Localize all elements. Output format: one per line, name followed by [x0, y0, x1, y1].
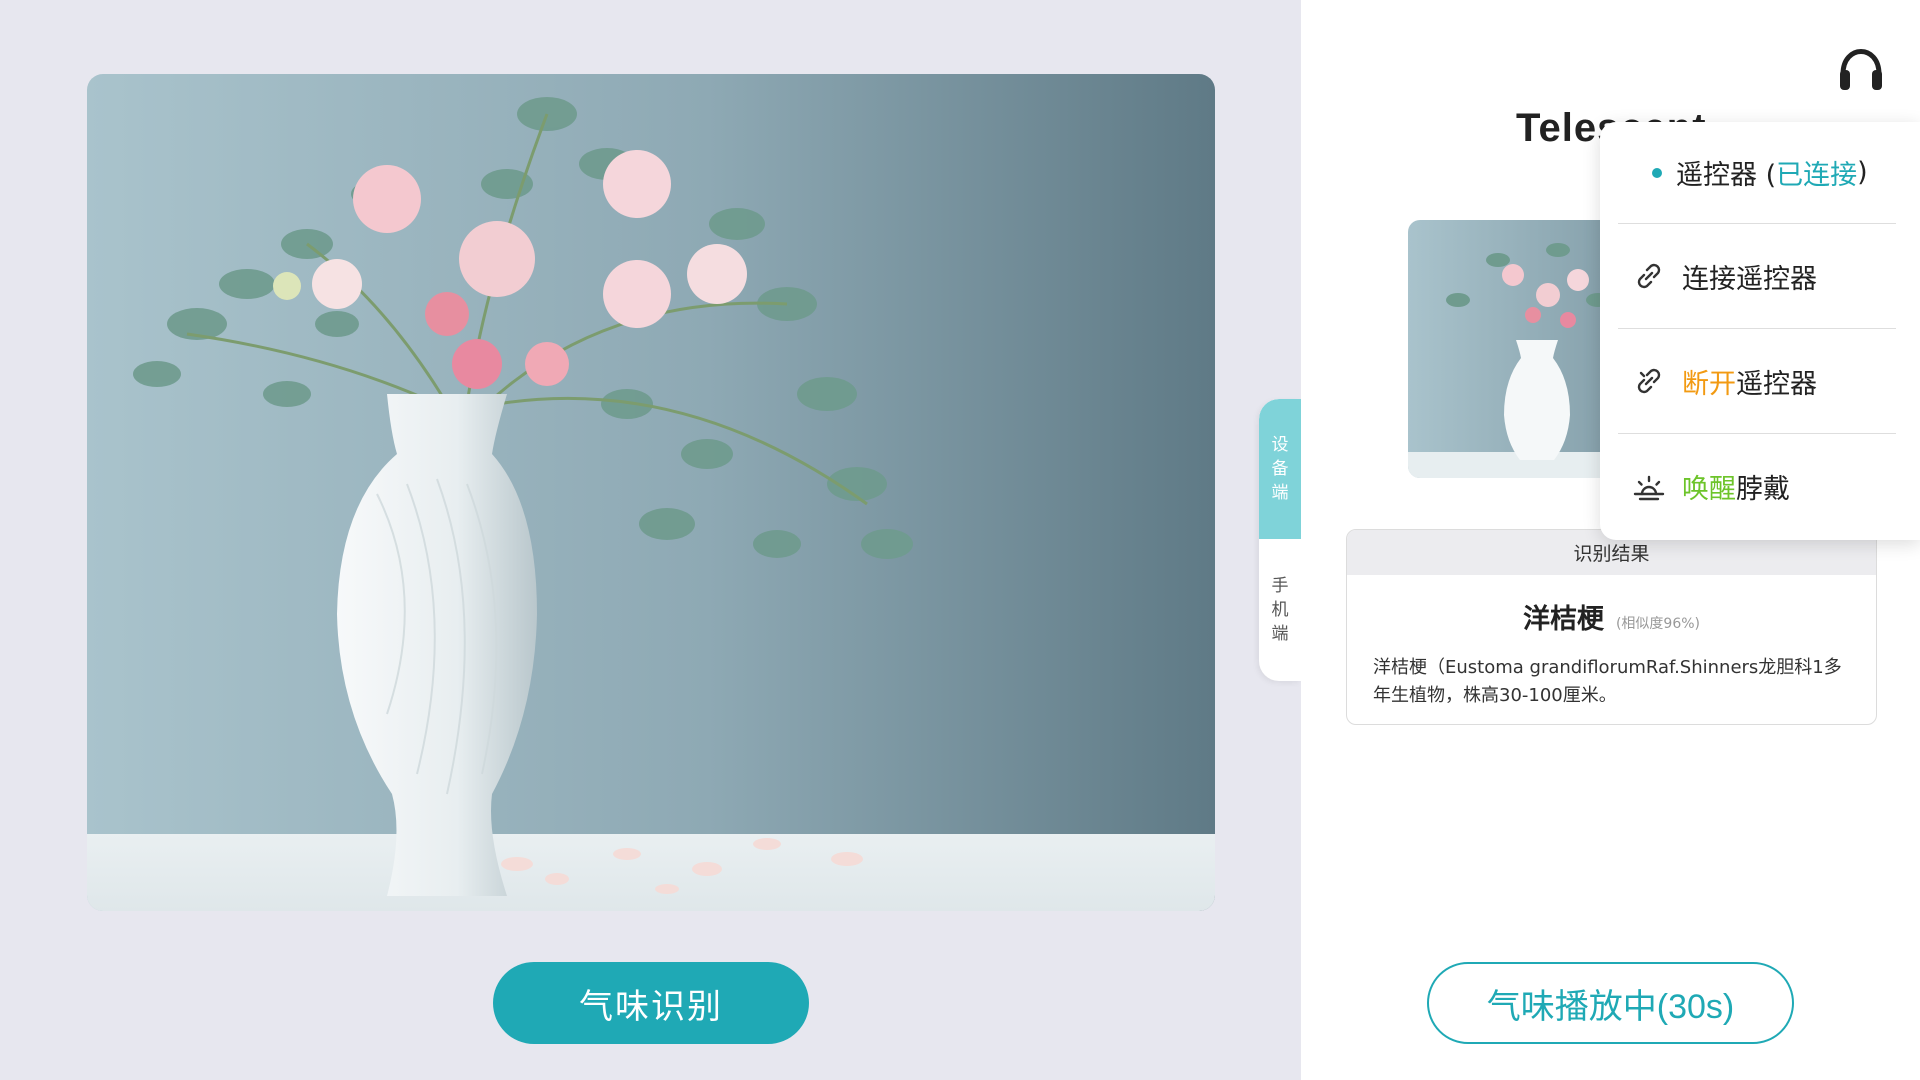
disconnect-remote-item[interactable]: 断开 遥控器 [1618, 329, 1896, 434]
result-description: 洋桔梗（Eustoma grandiflorumRaf.Shinners龙胆科1… [1373, 657, 1842, 706]
unlink-icon [1637, 368, 1661, 394]
disconnect-action: 断开 [1682, 368, 1736, 400]
result-name: 洋桔梗 [1522, 604, 1604, 635]
wake-neckband-item[interactable]: 唤醒 脖戴 [1618, 434, 1896, 539]
recognition-result-card: 识别结果 洋桔梗 (相似度96%) 洋桔梗（Eustoma grandiflor… [1346, 529, 1877, 725]
headphone-icon[interactable] [1838, 38, 1884, 92]
remote-status: 遥控器 (已连接) [1618, 122, 1896, 224]
left-panel: 气味识别 [0, 0, 1300, 1080]
tab-device-char-3: 端 [1271, 483, 1289, 503]
tab-phone-char-1: 手 [1271, 576, 1289, 596]
flower-photo [87, 74, 1215, 911]
connect-remote-item[interactable]: 连接遥控器 [1618, 224, 1896, 329]
tab-phone-char-2: 机 [1271, 600, 1289, 620]
wake-action: 唤醒 [1682, 474, 1736, 505]
status-prefix: 遥控器 ( [1676, 160, 1777, 191]
sunrise-icon [1633, 475, 1665, 500]
remote-control-menu: 遥控器 (已连接) 连接遥控器 断开 遥控器 唤醒 脖戴 [1600, 122, 1920, 540]
similarity-label: (相似度96%) [1615, 616, 1701, 632]
tab-phone[interactable]: 手 机 端 [1259, 539, 1301, 681]
link-icon [1637, 263, 1661, 289]
status-suffix: ) [1857, 157, 1868, 188]
connect-remote-label: 连接遥控器 [1682, 263, 1817, 295]
wake-label: 脖戴 [1736, 474, 1790, 505]
result-title-row: 洋桔梗 (相似度96%) [1347, 597, 1876, 636]
disconnect-label: 遥控器 [1736, 368, 1817, 400]
scent-playing-button[interactable]: 气味播放中(30s) [1427, 962, 1794, 1044]
tab-phone-char-3: 端 [1271, 624, 1289, 644]
status-state: 已连接 [1776, 160, 1858, 191]
tab-device[interactable]: 设 备 端 [1259, 399, 1301, 539]
scent-identify-button[interactable]: 气味识别 [493, 962, 809, 1044]
status-dot-icon [1652, 167, 1662, 178]
tab-device-char-1: 设 [1271, 435, 1289, 455]
tab-device-char-2: 备 [1271, 459, 1289, 479]
view-tab-switch: 设 备 端 手 机 端 [1259, 399, 1301, 681]
